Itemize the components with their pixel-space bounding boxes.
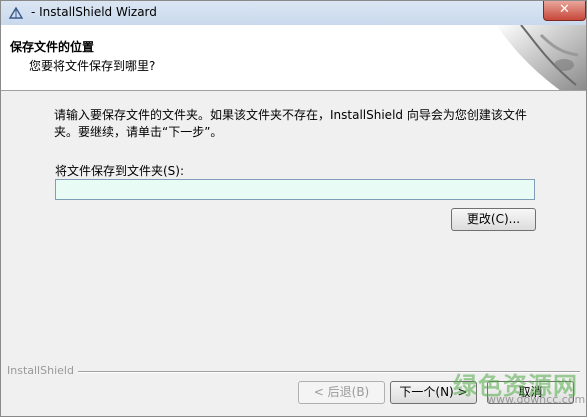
header-subtitle: 您要将文件保存到哪里?	[29, 59, 156, 73]
wizard-header: 保存文件的位置 您要将文件保存到哪里?	[1, 25, 586, 91]
change-folder-button[interactable]: 更改(C)...	[451, 208, 536, 231]
title-bar[interactable]: - InstallShield Wizard ✕	[1, 1, 586, 25]
installer-window: - InstallShield Wizard ✕ 保存文件的位置 您要将文件保存…	[0, 0, 587, 417]
brand-label: InstallShield	[7, 364, 78, 377]
installshield-app-icon	[8, 6, 24, 20]
installshield-face-art-icon	[466, 25, 586, 90]
wizard-content: 请输入要保存文件的文件夹。如果该文件夹不存在，InstallShield 向导会…	[1, 92, 586, 360]
window-title: - InstallShield Wizard	[31, 5, 157, 19]
folder-path-input[interactable]	[55, 179, 535, 200]
close-icon: ✕	[559, 2, 570, 17]
folder-label: 将文件保存到文件夹(S):	[55, 164, 185, 178]
site-watermark-url: www.downcc.com	[487, 393, 586, 406]
close-button[interactable]: ✕	[543, 1, 586, 21]
header-title: 保存文件的位置	[10, 40, 95, 54]
instructions-text: 请输入要保存文件的文件夹。如果该文件夹不存在，InstallShield 向导会…	[54, 108, 527, 139]
back-button[interactable]: < 后退(B)	[298, 381, 385, 404]
